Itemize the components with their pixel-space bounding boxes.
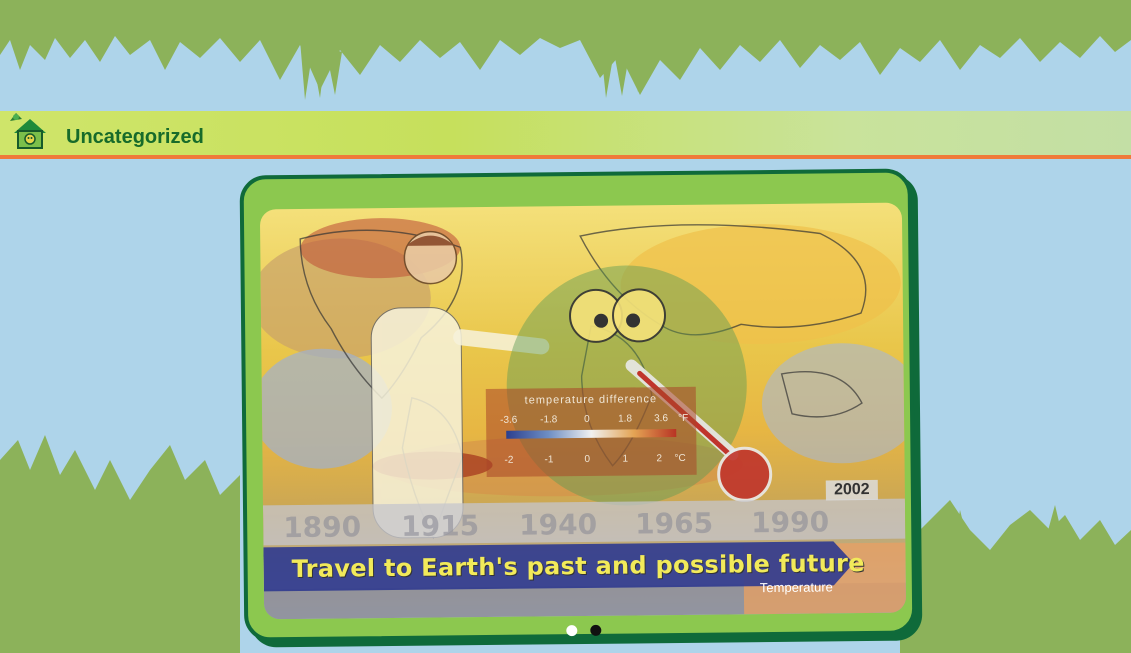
legend-tick-f: 0 [584,413,590,425]
legend-title: temperature difference [524,393,658,407]
house-icon [10,113,46,149]
timeline-year: 1915 [401,509,480,543]
slide-caption: Travel to Earth's past and possible futu… [291,549,865,584]
legend-unit-c: °C [674,452,686,465]
timeline-year: 1965 [635,506,714,541]
slide-image[interactable]: temperature difference -3.6 -1.8 0 1.8 3… [259,202,907,620]
timeline-year: 1890 [283,510,362,545]
legend-tick-f: 1.8 [618,413,633,425]
legend-tick-c: 1 [622,453,629,465]
slide-pagination [566,624,606,639]
slideshow-frame: temperature difference -3.6 -1.8 0 1.8 3… [239,168,925,651]
temperature-legend: temperature difference -3.6 -1.8 0 1.8 3… [485,386,697,478]
next-slide-peek-text: Temperature [759,579,833,596]
legend-tick-c: 0 [584,453,591,465]
legend-tick-f: 3.6 [654,413,669,425]
category-title: Uncategorized [66,126,204,148]
frame-body: temperature difference -3.6 -1.8 0 1.8 3… [239,168,917,642]
legend-tick-f: -3.6 [500,414,518,426]
legend-tick-c: -2 [504,454,514,466]
legend-tick-c: 2 [656,453,663,465]
legend-color-bar [506,429,677,439]
year-label: 2002 [825,479,878,501]
legend-tick-c: -1 [544,454,554,466]
top-foliage-decoration [0,0,1131,100]
pagination-dot[interactable] [566,625,578,637]
pagination-dot-active[interactable] [590,624,602,636]
legend-unit-f: °F [678,412,689,424]
legend-tick-f: -1.8 [540,414,558,426]
timeline-year: 1990 [751,505,830,540]
timeline-year: 1940 [519,507,598,542]
category-header-bar: Uncategorized [0,111,1131,159]
